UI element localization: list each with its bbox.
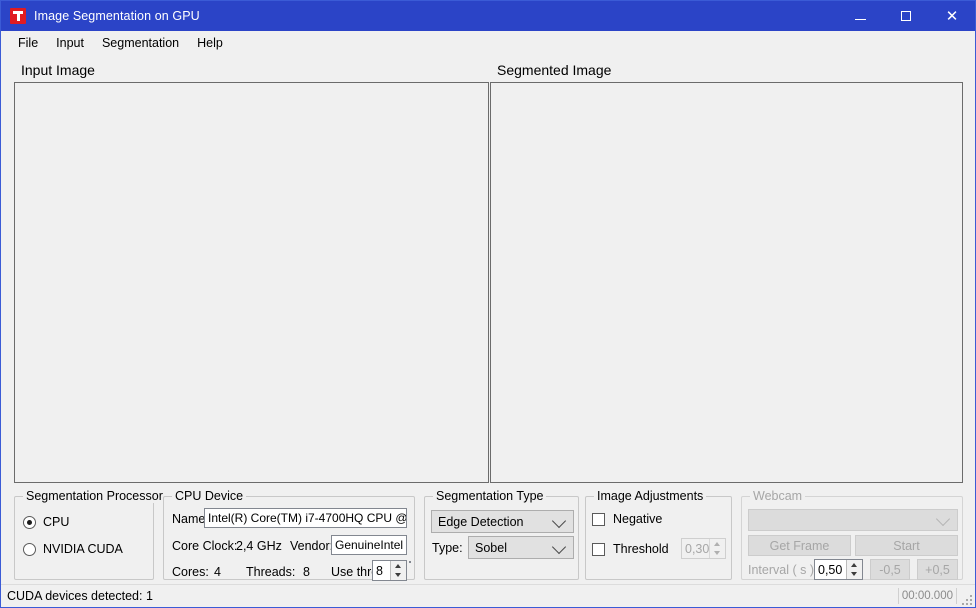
radio-nvidia-cuda[interactable]: NVIDIA CUDA — [23, 542, 123, 556]
interval-spin-buttons — [846, 560, 862, 579]
image-adjustments-title: Image Adjustments — [594, 489, 707, 503]
window-title: Image Segmentation on GPU — [34, 9, 200, 23]
radio-nvidia-cuda-label: NVIDIA CUDA — [43, 542, 123, 556]
cpu-name-field[interactable]: Intel(R) Core(TM) i7-4700HQ CPU @ 2.40 — [204, 508, 407, 528]
interval-minus-button[interactable]: -0,5 — [870, 559, 910, 580]
menu-bar: File Input Segmentation Help — [1, 31, 975, 56]
window-controls: ✕ — [837, 1, 975, 31]
type-label: Type: — [432, 541, 463, 555]
spin-up-icon[interactable] — [710, 539, 725, 549]
spin-down-icon[interactable] — [710, 549, 725, 559]
vendor-field[interactable]: GenuineIntel — [331, 535, 407, 555]
threads-value: 8 — [303, 565, 310, 579]
segmentation-type-title: Segmentation Type — [433, 489, 547, 503]
threshold-spinbox[interactable]: 0,30 — [681, 538, 726, 559]
checkbox-negative-label: Negative — [613, 512, 663, 526]
segmentation-processor-title: Segmentation Processor — [23, 489, 166, 503]
menu-item-segmentation[interactable]: Segmentation — [93, 33, 188, 53]
application-window: Image Segmentation on GPU ✕ File Input S… — [0, 0, 976, 608]
core-clock-label: Core Clock: — [172, 539, 238, 553]
chevron-down-icon — [551, 539, 567, 554]
core-clock-value: 2,4 GHz — [236, 539, 282, 553]
vendor-label: Vendor: — [290, 539, 334, 553]
central-area: Input Image Segmented Image Segmentation… — [1, 56, 975, 584]
menu-item-help[interactable]: Help — [188, 33, 232, 53]
close-icon: ✕ — [945, 7, 959, 25]
segmented-image-label: Segmented Image — [497, 62, 612, 78]
menu-item-input[interactable]: Input — [47, 33, 93, 53]
status-message: CUDA devices detected: 1 — [7, 589, 153, 603]
segmentation-subtype-combo[interactable]: Sobel — [468, 536, 574, 559]
chevron-down-icon — [935, 511, 951, 527]
webcam-device-combo[interactable] — [748, 509, 958, 531]
image-adjustments-group: Image Adjustments Negative Threshold 0,3… — [585, 489, 732, 580]
segmentation-method-value: Edge Detection — [438, 514, 524, 529]
interval-label: Interval ( s ): — [748, 563, 818, 577]
segmentation-subtype-value: Sobel — [475, 540, 507, 555]
checkbox-threshold-indicator — [592, 542, 605, 556]
checkbox-negative-indicator — [592, 512, 605, 526]
use-threads-value: 8 — [376, 563, 383, 578]
spin-down-icon[interactable] — [391, 571, 406, 581]
cpu-device-group: CPU Device Name: Intel(R) Core(TM) i7-47… — [163, 489, 415, 581]
close-button[interactable]: ✕ — [929, 1, 975, 31]
cores-label: Cores: — [172, 565, 209, 579]
chevron-down-icon — [551, 513, 567, 528]
threads-label: Threads: — [246, 565, 296, 579]
menu-item-file[interactable]: File — [9, 33, 47, 53]
radio-cpu-indicator — [23, 515, 36, 529]
qt-logo-icon — [10, 8, 26, 24]
minimize-button[interactable] — [837, 1, 883, 31]
interval-plus-button[interactable]: +0,5 — [917, 559, 958, 580]
status-timer: 00:00.000 — [897, 588, 957, 604]
interval-value: 0,50 — [818, 562, 843, 577]
checkbox-threshold[interactable]: Threshold — [592, 542, 669, 556]
status-bar: CUDA devices detected: 1 00:00.000 — [1, 584, 975, 607]
start-button[interactable]: Start — [855, 535, 958, 556]
threshold-spin-buttons — [709, 539, 726, 559]
checkbox-negative[interactable]: Negative — [592, 512, 662, 526]
maximize-button[interactable] — [883, 1, 929, 31]
segmentation-processor-group: Segmentation Processor CPU NVIDIA CUDA — [14, 489, 166, 580]
webcam-group: Webcam Get Frame Start Interval ( s ): 0… — [741, 489, 963, 580]
checkbox-threshold-label: Threshold — [613, 542, 669, 556]
threshold-value: 0,30 — [685, 541, 710, 556]
maximize-icon — [901, 11, 911, 21]
radio-cpu-label: CPU — [43, 515, 70, 529]
use-threads-spinbox[interactable]: 8 — [372, 560, 407, 581]
input-image-label: Input Image — [21, 62, 95, 78]
use-threads-spin-buttons — [390, 561, 406, 580]
minimize-icon — [854, 19, 866, 20]
radio-nvidia-cuda-indicator — [23, 542, 36, 556]
input-image-view[interactable] — [14, 82, 489, 483]
spin-up-icon[interactable] — [391, 561, 406, 571]
interval-spinbox[interactable]: 0,50 — [814, 559, 863, 580]
title-bar: Image Segmentation on GPU ✕ — [1, 1, 975, 31]
spin-down-icon[interactable] — [847, 570, 862, 580]
segmented-image-view[interactable] — [490, 82, 963, 483]
segmentation-method-combo[interactable]: Edge Detection — [431, 510, 574, 533]
segmentation-type-group: Segmentation Type Edge Detection Type: S… — [424, 489, 579, 580]
use-threads-spinbox-placeholder — [409, 561, 411, 563]
radio-cpu[interactable]: CPU — [23, 515, 69, 529]
get-frame-button[interactable]: Get Frame — [748, 535, 851, 556]
spin-up-icon[interactable] — [847, 560, 862, 570]
cores-value: 4 — [214, 565, 221, 579]
webcam-title: Webcam — [750, 489, 806, 503]
cpu-device-title: CPU Device — [172, 489, 247, 503]
resize-grip-icon[interactable] — [960, 593, 972, 605]
